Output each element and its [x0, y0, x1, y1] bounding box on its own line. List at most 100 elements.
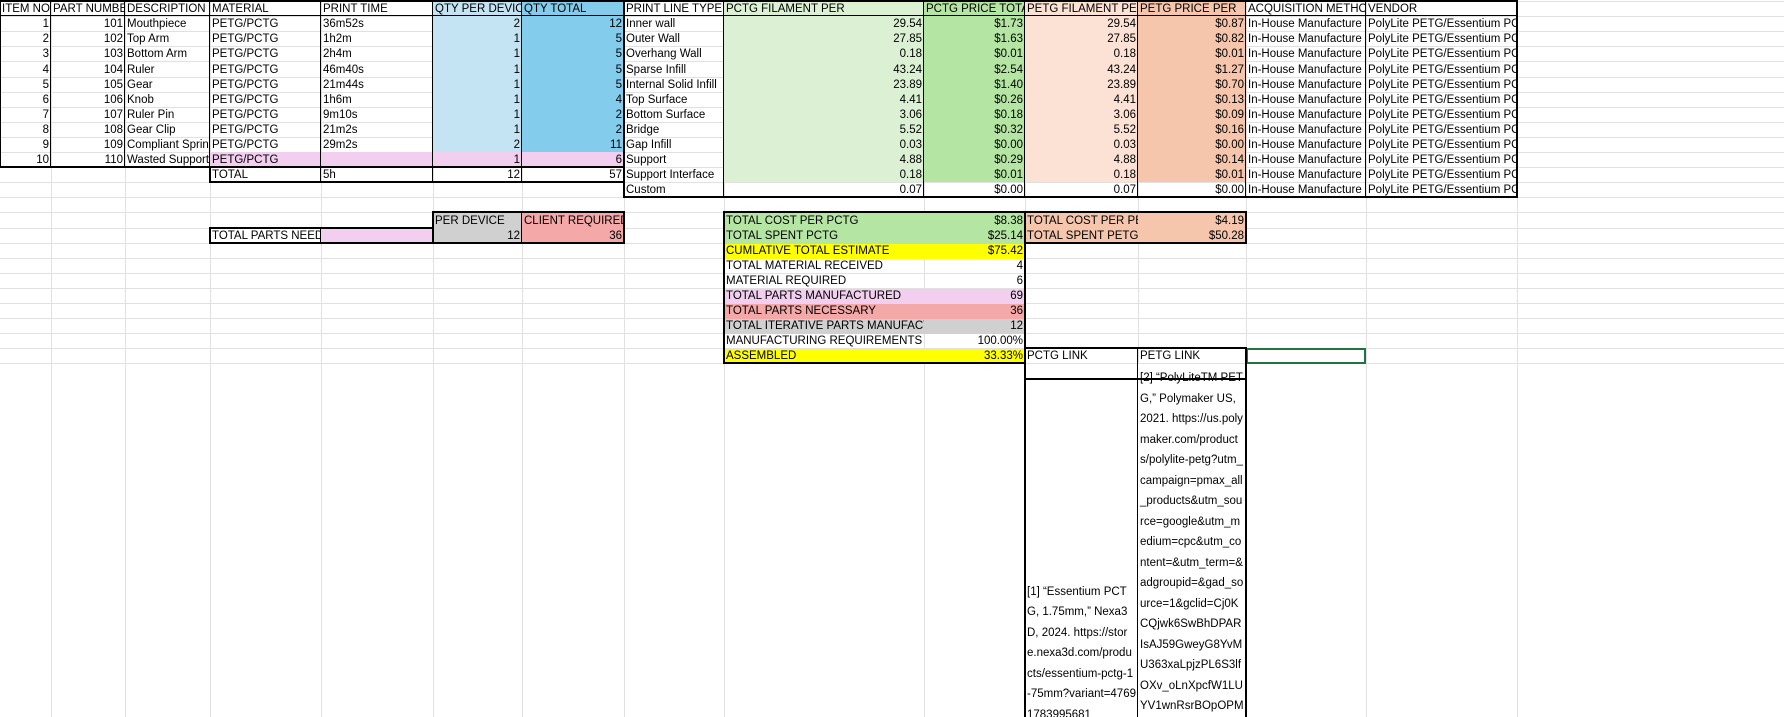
print-line-type[interactable]: Bridge — [624, 123, 724, 138]
print-line-type[interactable]: Bottom Surface — [624, 108, 724, 123]
summary-label[interactable]: TOTAL SPENT PCTG — [724, 228, 924, 244]
petg-price[interactable]: $0.00 — [1138, 183, 1246, 198]
pctg-filament[interactable]: 27.85 — [724, 32, 924, 47]
print-line-type[interactable]: Top Surface — [624, 93, 724, 108]
qty-per-device[interactable]: 1 — [433, 93, 522, 108]
print-line-type[interactable]: Inner wall — [624, 17, 724, 32]
pctg-price[interactable]: $0.32 — [924, 123, 1025, 138]
vendor[interactable]: PolyLite PETG/Essentium PCTG — [1366, 108, 1517, 123]
material[interactable]: PETG/PCTG — [210, 123, 321, 138]
acquisition-method[interactable]: In-House Manufacture — [1246, 32, 1366, 47]
pctg-filament[interactable]: 0.07 — [724, 183, 924, 198]
acquisition-method[interactable]: In-House Manufacture — [1246, 138, 1366, 153]
description[interactable]: Ruler Pin — [125, 108, 210, 123]
material[interactable]: PETG/PCTG — [210, 17, 321, 32]
petg-price[interactable]: $0.14 — [1138, 153, 1246, 168]
summary-label[interactable]: ASSEMBLED — [724, 348, 924, 364]
petg-price[interactable]: $0.01 — [1138, 47, 1246, 62]
summary-value[interactable]: 36 — [924, 303, 1025, 319]
description[interactable]: Ruler — [125, 62, 210, 78]
petg-link-text-cell[interactable]: [2] “PolyLiteTM PETG,” Polymaker US, 202… — [1138, 364, 1246, 717]
print-time[interactable]: 46m40s — [321, 62, 433, 78]
summary-value[interactable]: 69 — [924, 288, 1025, 304]
summary-value[interactable]: 33.33% — [924, 348, 1025, 364]
column-header[interactable]: PETG FILAMENT PER — [1025, 2, 1138, 17]
total-label[interactable]: TOTAL — [210, 168, 321, 183]
material[interactable]: PETG/PCTG — [210, 47, 321, 62]
print-line-type[interactable]: Support — [624, 153, 724, 168]
item-no[interactable]: 5 — [0, 78, 51, 93]
print-time[interactable] — [321, 153, 433, 168]
qty-total[interactable]: 2 — [522, 108, 624, 123]
petg-filament[interactable]: 4.41 — [1025, 93, 1138, 108]
pctg-filament[interactable]: 4.88 — [724, 153, 924, 168]
client-required-header[interactable]: CLIENT REQUIRED — [522, 212, 624, 229]
print-time[interactable]: 21m44s — [321, 78, 433, 93]
vendor[interactable]: PolyLite PETG/Essentium PCTG — [1366, 183, 1517, 198]
qty-per-device[interactable]: 1 — [433, 62, 522, 78]
petg-summary-value[interactable]: $4.19 — [1138, 212, 1246, 229]
description[interactable]: Mouthpiece — [125, 17, 210, 32]
pctg-price[interactable]: $0.00 — [924, 183, 1025, 198]
total-qty-total[interactable]: 57 — [522, 168, 624, 183]
summary-value[interactable]: 12 — [924, 318, 1025, 334]
description[interactable]: Bottom Arm — [125, 47, 210, 62]
column-header[interactable]: PRINT TIME — [321, 2, 433, 17]
pctg-filament[interactable]: 5.52 — [724, 123, 924, 138]
print-line-type[interactable]: Overhang Wall — [624, 47, 724, 62]
part-number[interactable]: 107 — [51, 108, 125, 123]
description[interactable]: Gear — [125, 78, 210, 93]
item-no[interactable]: 4 — [0, 62, 51, 78]
summary-label[interactable]: MANUFACTURING REQUIREMENTS — [724, 334, 924, 349]
print-time[interactable]: 1h6m — [321, 93, 433, 108]
petg-filament[interactable]: 4.88 — [1025, 153, 1138, 168]
material[interactable]: PETG/PCTG — [210, 62, 321, 78]
part-number[interactable]: 102 — [51, 32, 125, 47]
column-header[interactable]: QTY TOTAL — [522, 2, 624, 17]
material[interactable]: PETG/PCTG — [210, 108, 321, 123]
qty-total[interactable]: 11 — [522, 138, 624, 153]
acquisition-method[interactable]: In-House Manufacture — [1246, 47, 1366, 62]
pctg-filament[interactable]: 0.18 — [724, 168, 924, 183]
item-no[interactable]: 6 — [0, 93, 51, 108]
acquisition-method[interactable]: In-House Manufacture — [1246, 93, 1366, 108]
pctg-filament[interactable]: 0.03 — [724, 138, 924, 153]
acquisition-method[interactable]: In-House Manufacture — [1246, 62, 1366, 78]
qty-per-device[interactable]: 1 — [433, 32, 522, 47]
part-number[interactable]: 109 — [51, 138, 125, 153]
client-required-value[interactable]: 36 — [522, 228, 624, 244]
material[interactable]: PETG/PCTG — [210, 78, 321, 93]
petg-filament[interactable]: 0.03 — [1025, 138, 1138, 153]
column-header[interactable]: PETG PRICE PER — [1138, 2, 1246, 17]
pctg-price[interactable]: $0.01 — [924, 168, 1025, 183]
total-parts-needed-label[interactable]: TOTAL PARTS NEEDED — [210, 229, 321, 244]
print-line-type[interactable]: Custom — [624, 183, 724, 198]
pctg-link-text-cell[interactable]: [1] “Essentium PCTG, 1.75mm,” Nexa3D, 20… — [1025, 364, 1138, 717]
description[interactable]: Knob — [125, 93, 210, 108]
summary-value[interactable]: 6 — [924, 274, 1025, 289]
acquisition-method[interactable]: In-House Manufacture — [1246, 78, 1366, 93]
pctg-filament[interactable]: 23.89 — [724, 78, 924, 93]
petg-summary-label[interactable]: TOTAL SPENT PETG — [1025, 228, 1138, 244]
item-no[interactable]: 3 — [0, 47, 51, 62]
vendor[interactable]: PolyLite PETG/Essentium PCTG — [1366, 93, 1517, 108]
part-number[interactable]: 103 — [51, 47, 125, 62]
description[interactable]: Gear Clip — [125, 123, 210, 138]
petg-price[interactable]: $1.27 — [1138, 62, 1246, 78]
petg-price[interactable]: $0.01 — [1138, 168, 1246, 183]
vendor[interactable]: PolyLite PETG/Essentium PCTG — [1366, 32, 1517, 47]
print-line-type[interactable]: Support Interface — [624, 168, 724, 183]
petg-filament[interactable]: 0.07 — [1025, 183, 1138, 198]
print-time[interactable]: 2h4m — [321, 47, 433, 62]
petg-price[interactable]: $0.82 — [1138, 32, 1246, 47]
qty-total[interactable]: 5 — [522, 62, 624, 78]
pctg-price[interactable]: $2.54 — [924, 62, 1025, 78]
summary-value[interactable]: 4 — [924, 259, 1025, 274]
qty-total[interactable]: 12 — [522, 17, 624, 32]
qty-total[interactable]: 2 — [522, 123, 624, 138]
vendor[interactable]: PolyLite PETG/Essentium PCTG — [1366, 62, 1517, 78]
summary-label[interactable]: MATERIAL REQUIRED — [724, 274, 924, 289]
summary-label[interactable]: CUMLATIVE TOTAL ESTIMATE — [724, 243, 924, 259]
column-header[interactable]: ACQUISITION METHOD — [1246, 2, 1366, 17]
part-number[interactable]: 110 — [51, 153, 125, 168]
